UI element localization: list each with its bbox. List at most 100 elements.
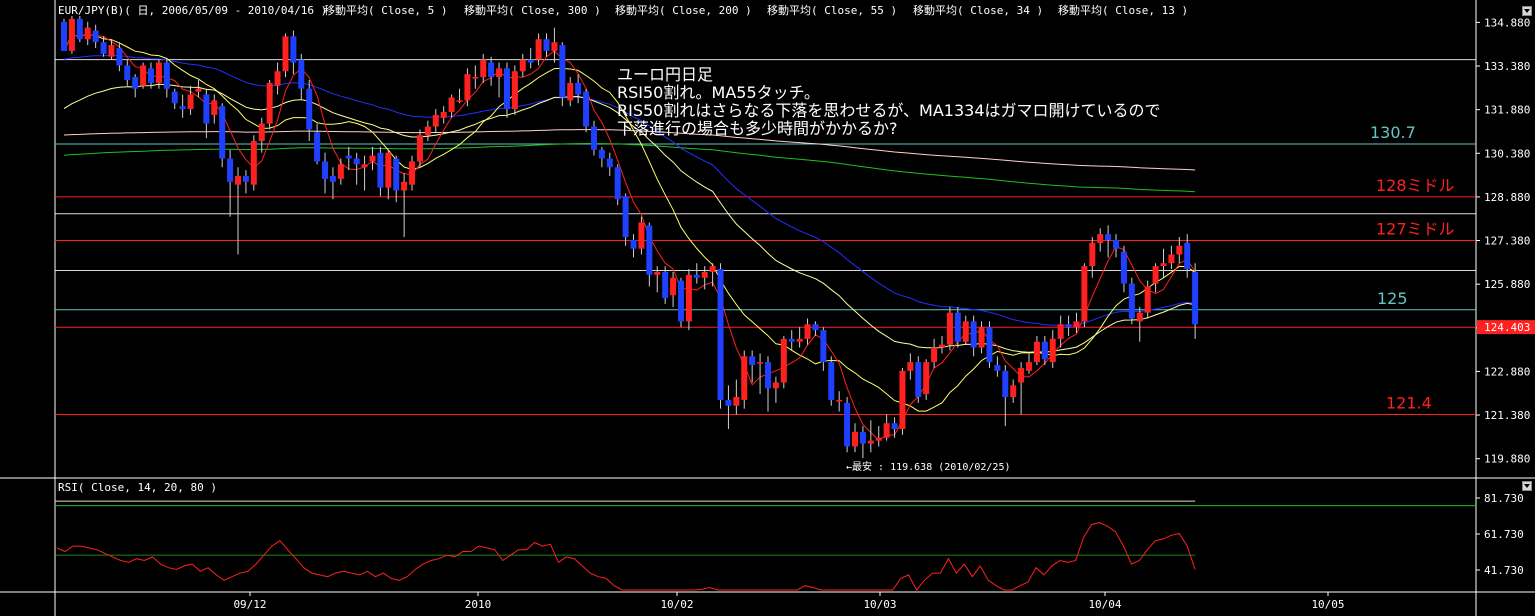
price-tick-label: 134.880 xyxy=(1484,16,1530,29)
level-label: 130.7 xyxy=(1370,123,1416,142)
candle-body xyxy=(187,94,194,110)
candle-body xyxy=(1120,251,1127,284)
candle-body xyxy=(250,141,257,185)
candle-body xyxy=(701,271,708,278)
candle-body xyxy=(266,82,273,124)
candle-body xyxy=(1192,271,1199,325)
candle-body xyxy=(1033,341,1040,363)
level-label: 121.4 xyxy=(1386,393,1432,412)
candle-body xyxy=(140,65,147,86)
indicator-label-ma5: 移動平均( Close, 5 ) xyxy=(324,3,447,17)
candle-body xyxy=(978,327,985,348)
candle-body xyxy=(1049,338,1056,363)
candle-body xyxy=(1010,385,1017,398)
indicator-label-ma55: 移動平均( Close, 55 ) xyxy=(767,3,897,17)
price-tick-label: 119.880 xyxy=(1484,453,1530,466)
candle-body xyxy=(100,42,107,54)
candle-body xyxy=(575,82,582,95)
level-label: 125 xyxy=(1377,289,1408,308)
candle-body xyxy=(630,239,637,249)
candle-body xyxy=(503,68,510,110)
candle-body xyxy=(939,344,946,348)
candle-body xyxy=(148,68,155,83)
indicator-label-ma200: 移動平均( Close, 200 ) xyxy=(615,3,752,17)
candle-body xyxy=(915,362,922,398)
candle-body xyxy=(598,149,605,159)
time-tick-label: 09/12 xyxy=(233,598,266,611)
current-price-tag-label: 124.403 xyxy=(1484,321,1530,334)
candle-body xyxy=(488,62,495,78)
candle-body xyxy=(1136,312,1143,322)
candle-body xyxy=(1176,245,1183,255)
level-label: 128ミドル xyxy=(1376,176,1455,195)
candle-body xyxy=(836,399,843,402)
price-tick-label: 130.380 xyxy=(1484,147,1530,160)
price-tick-label: 122.880 xyxy=(1484,365,1530,378)
candle-body xyxy=(235,175,242,185)
candle-body xyxy=(519,59,526,72)
price-tick-label: 125.880 xyxy=(1484,278,1530,291)
level-label: 127ミドル xyxy=(1376,220,1455,239)
candle-body xyxy=(883,423,890,438)
candle-body xyxy=(377,152,384,188)
candle-body xyxy=(61,21,67,51)
candle-body xyxy=(962,321,969,342)
candle-body xyxy=(306,88,313,130)
candle-body xyxy=(68,18,75,51)
candle-body xyxy=(353,158,360,165)
candle-body xyxy=(828,362,835,400)
candle-body xyxy=(891,423,898,430)
candle-body xyxy=(670,277,677,296)
candle-body xyxy=(875,437,882,441)
candle-body xyxy=(852,431,858,447)
candle-body xyxy=(385,152,392,188)
rsi-tick-label: 81.730 xyxy=(1484,492,1524,505)
time-tick-label: 10/02 xyxy=(660,598,693,611)
candle-body xyxy=(464,74,471,101)
note-line-1: ユーロ円日足 xyxy=(617,65,713,84)
price-tick-label: 133.380 xyxy=(1484,60,1530,73)
candle-body xyxy=(92,30,99,43)
candle-body xyxy=(1065,324,1072,328)
note-line-3: RIS50割れはさらなる下落を思わせるが、MA1334はガマロ開けているので xyxy=(617,101,1161,120)
candle-body xyxy=(472,77,479,79)
candle-body xyxy=(416,135,423,162)
candle-body xyxy=(132,77,139,89)
price-tick-label: 128.880 xyxy=(1484,191,1530,204)
candle-body xyxy=(717,269,724,400)
candle-body xyxy=(622,196,629,238)
candle-body xyxy=(76,18,83,40)
candle-body xyxy=(108,45,115,57)
note-line-2: RSI50割れ。MA55タッチ。 xyxy=(617,83,820,102)
candle-body xyxy=(1128,283,1135,319)
candle-body xyxy=(84,27,91,40)
candle-body xyxy=(994,365,1001,371)
candle-body xyxy=(322,161,329,179)
candle-body xyxy=(1097,234,1104,243)
candle-body xyxy=(171,91,178,104)
candle-body xyxy=(662,271,669,299)
candle-body xyxy=(1073,321,1080,328)
candle-body xyxy=(820,330,827,363)
note-line-4: 下落進行の場合も多少時間がかかるか? xyxy=(617,119,898,138)
candle-body xyxy=(954,312,961,342)
rsi-panel-scroll-arrow[interactable] xyxy=(1522,481,1532,491)
candle-body xyxy=(1018,367,1025,383)
candle-body xyxy=(511,71,518,110)
candle-body xyxy=(329,175,336,182)
candle-body xyxy=(242,175,249,182)
candle-body xyxy=(337,164,344,179)
candle-body xyxy=(369,155,376,162)
candle-body xyxy=(764,362,771,389)
candle-body xyxy=(606,158,613,168)
candle-body xyxy=(116,47,123,66)
time-tick-label: 2010 xyxy=(465,598,492,611)
candle-body xyxy=(709,266,716,272)
rsi-tick-label: 61.730 xyxy=(1484,528,1524,541)
candle-body xyxy=(448,97,455,112)
candle-body xyxy=(227,158,234,182)
main-panel-scroll-arrow[interactable] xyxy=(1522,6,1532,16)
candle-body xyxy=(1168,254,1175,264)
candle-body xyxy=(907,362,914,371)
main-chart-title: EUR/JPY(B)( 日, 2006/05/09 - 2010/04/16 ) xyxy=(58,4,327,17)
